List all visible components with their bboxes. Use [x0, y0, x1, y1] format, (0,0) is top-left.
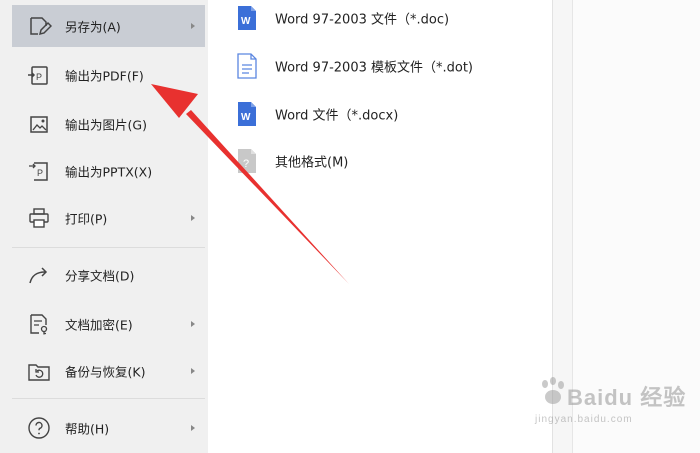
share-icon	[29, 267, 48, 284]
submenu-item-label: 其他格式(M)	[275, 155, 349, 171]
svg-text:P: P	[37, 168, 43, 178]
word-template-icon	[237, 53, 257, 79]
submenu-item-other-formats[interactable]: ? 其他格式(M)	[222, 141, 542, 181]
menu-item-print[interactable]: 打印(P)	[12, 197, 205, 239]
export-image-icon	[30, 116, 48, 133]
submenu-item-word-97-2003-template[interactable]: Word 97-2003 模板文件（*.dot)	[222, 46, 542, 86]
svg-text:W: W	[241, 112, 251, 123]
menu-item-label: 分享文档(D)	[65, 268, 135, 284]
chevron-right-icon	[191, 425, 195, 431]
chevron-right-icon	[191, 368, 195, 374]
chevron-right-icon	[191, 215, 195, 221]
menu-item-label: 另存为(A)	[65, 19, 121, 35]
menu-item-export-image[interactable]: 输出为图片(G)	[12, 103, 205, 145]
svg-text:P: P	[36, 72, 42, 82]
menu-divider	[12, 398, 205, 399]
save-as-icon	[30, 17, 52, 36]
export-pdf-icon: P	[28, 66, 48, 85]
menu-item-label: 帮助(H)	[65, 421, 110, 437]
menu-item-encrypt-document[interactable]: 文档加密(E)	[12, 303, 205, 345]
chevron-right-icon	[191, 321, 195, 327]
menu-item-label: 输出为PDF(F)	[65, 68, 144, 84]
word-docx-icon: W	[238, 102, 256, 126]
menu-divider	[12, 247, 205, 248]
other-format-icon: ?	[238, 149, 256, 173]
menu-item-label: 备份与恢复(K)	[65, 364, 146, 380]
export-pptx-icon: P	[29, 162, 48, 181]
menu-item-label: 打印(P)	[65, 211, 108, 227]
menu-item-backup-restore[interactable]: 备份与恢复(K)	[12, 350, 205, 392]
submenu-item-label: Word 97-2003 模板文件（*.dot)	[275, 60, 474, 76]
menu-item-label: 输出为PPTX(X)	[65, 164, 153, 180]
menu-item-label: 输出为图片(G)	[65, 117, 147, 133]
document-page-area	[572, 0, 700, 453]
svg-text:?: ?	[243, 158, 249, 170]
submenu-item-label: Word 97-2003 文件（*.doc)	[275, 12, 450, 28]
submenu-item-word-docx[interactable]: W Word 文件（*.docx)	[222, 94, 542, 134]
submenu-item-word-97-2003-doc[interactable]: W Word 97-2003 文件（*.doc)	[222, 0, 542, 38]
svg-text:W: W	[241, 16, 251, 27]
backup-restore-icon	[28, 364, 50, 381]
word-doc-icon: W	[238, 6, 256, 30]
printer-icon	[29, 208, 49, 228]
submenu-item-label: Word 文件（*.docx)	[275, 108, 399, 124]
help-icon	[28, 417, 50, 439]
scrollbar-track[interactable]	[552, 0, 572, 453]
chevron-right-icon	[191, 23, 195, 29]
menu-item-save-as[interactable]: 另存为(A)	[12, 5, 205, 47]
menu-item-export-pptx[interactable]: P 输出为PPTX(X)	[12, 150, 205, 192]
menu-item-help[interactable]: 帮助(H)	[12, 407, 205, 449]
menu-item-share-document[interactable]: 分享文档(D)	[12, 254, 205, 296]
menu-item-label: 文档加密(E)	[65, 317, 133, 333]
encrypt-document-icon	[30, 314, 48, 335]
menu-item-export-pdf[interactable]: P 输出为PDF(F)	[12, 54, 205, 96]
